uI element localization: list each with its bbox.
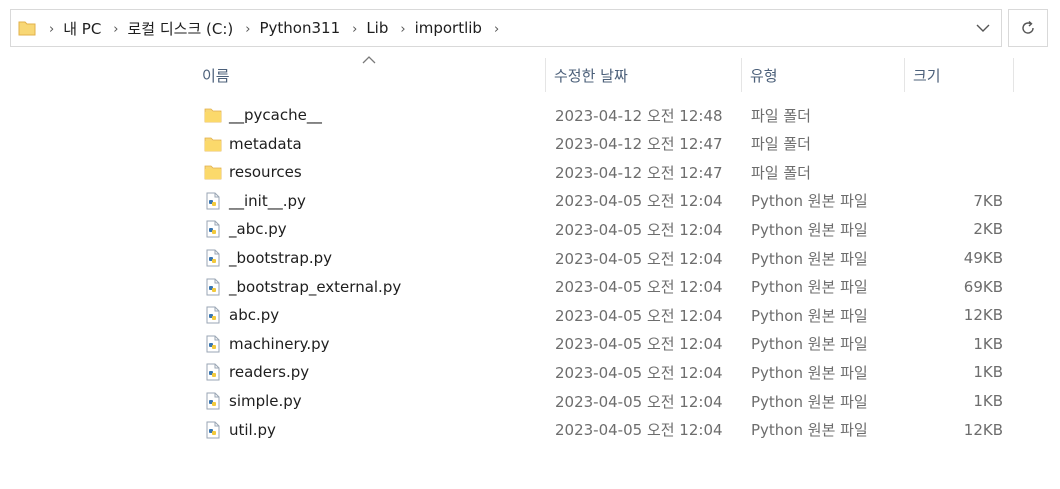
python-file-icon <box>204 335 222 353</box>
address-history-dropdown[interactable] <box>967 10 999 46</box>
chevron-right-icon[interactable]: › <box>49 22 54 37</box>
file-modified-date: 2023-04-05 오전 12:04 <box>555 392 723 411</box>
file-row[interactable]: _bootstrap.py 2023-04-05 오전 12:04 Python 원… <box>196 244 1016 272</box>
python-file-icon <box>204 278 222 296</box>
file-type: Python 원본 파일 <box>751 220 868 239</box>
breadcrumb-item-local-disk[interactable]: 로컬 디스크 (C:) <box>128 18 234 39</box>
file-type: Python 원본 파일 <box>751 421 868 440</box>
file-size: 2KB <box>973 220 1003 239</box>
file-type: Python 원본 파일 <box>751 363 868 382</box>
file-row[interactable]: _bootstrap_external.py 2023-04-05 오전 12:0… <box>196 273 1016 301</box>
python-file-icon <box>204 220 222 238</box>
column-header-name-label: 이름 <box>202 66 230 85</box>
breadcrumb-item-python311[interactable]: Python311 <box>259 19 340 37</box>
python-file-icon <box>204 192 222 210</box>
file-row[interactable]: machinery.py 2023-04-05 오전 12:04 Python 원본… <box>196 330 1016 358</box>
file-type: 파일 폴더 <box>751 135 811 154</box>
chevron-right-icon[interactable]: › <box>352 22 357 37</box>
file-row[interactable]: __pycache__ 2023-04-12 오전 12:48 파일 폴더 <box>196 101 1016 129</box>
file-row[interactable]: __init__.py 2023-04-05 오전 12:04 Python 원본 … <box>196 187 1016 215</box>
column-header-name[interactable]: 이름 <box>194 58 544 92</box>
file-modified-date: 2023-04-12 오전 12:48 <box>555 106 723 125</box>
refresh-icon <box>1022 20 1034 34</box>
file-modified-date: 2023-04-05 오전 12:04 <box>555 335 723 354</box>
folder-icon <box>17 18 37 38</box>
file-size: 12KB <box>963 420 1003 439</box>
file-size: 1KB <box>973 363 1003 382</box>
folder-icon <box>204 163 222 181</box>
file-name: simple.py <box>229 392 302 410</box>
file-size: 7KB <box>973 191 1003 210</box>
file-row[interactable]: metadata 2023-04-12 오전 12:47 파일 폴더 <box>196 130 1016 158</box>
python-file-icon <box>204 306 222 324</box>
column-header-type-label: 유형 <box>750 66 778 85</box>
column-header-date[interactable]: 수정한 날짜 <box>546 58 741 92</box>
column-header-type[interactable]: 유형 <box>742 58 904 92</box>
address-bar[interactable]: › 내 PC › 로컬 디스크 (C:) › Python311 › Lib ›… <box>10 9 1002 47</box>
python-file-icon <box>204 249 222 267</box>
file-modified-date: 2023-04-05 오전 12:04 <box>555 192 723 211</box>
refresh-button[interactable] <box>1008 9 1048 47</box>
file-row[interactable]: readers.py 2023-04-05 오전 12:04 Python 원본 파… <box>196 358 1016 386</box>
file-type: Python 원본 파일 <box>751 392 868 411</box>
file-name: _abc.py <box>229 220 287 239</box>
file-row[interactable]: simple.py 2023-04-05 오전 12:04 Python 원본 파일… <box>196 387 1016 415</box>
folder-icon <box>204 135 222 153</box>
file-name: machinery.py <box>229 334 330 353</box>
file-name: _bootstrap.py <box>229 249 333 267</box>
file-name: resources <box>229 163 302 182</box>
file-modified-date: 2023-04-05 오전 12:04 <box>555 421 723 440</box>
file-name: _bootstrap_external.py <box>229 277 402 296</box>
file-type: Python 원본 파일 <box>751 335 868 354</box>
column-header-size[interactable]: 크기 <box>905 58 1013 92</box>
file-name: util.py <box>229 420 276 439</box>
column-header-size-label: 크기 <box>913 66 941 85</box>
file-type: 파일 폴더 <box>751 106 811 125</box>
file-row[interactable]: abc.py 2023-04-05 오전 12:04 Python 원본 파일 12K… <box>196 301 1016 329</box>
chevron-right-icon[interactable]: › <box>400 22 405 37</box>
file-size: 1KB <box>973 392 1003 410</box>
file-size: 49KB <box>963 249 1003 267</box>
file-type: Python 원본 파일 <box>751 306 868 325</box>
file-type: Python 원본 파일 <box>751 278 868 297</box>
file-modified-date: 2023-04-05 오전 12:04 <box>555 249 723 268</box>
python-file-icon <box>204 363 222 381</box>
file-type: Python 원본 파일 <box>751 192 868 211</box>
file-row[interactable]: util.py 2023-04-05 오전 12:04 Python 원본 파일 12… <box>196 416 1016 444</box>
folder-icon <box>204 106 222 124</box>
file-type: 파일 폴더 <box>751 163 811 182</box>
chevron-down-icon <box>976 24 990 32</box>
python-file-icon <box>204 392 222 410</box>
file-modified-date: 2023-04-05 오전 12:04 <box>555 363 723 382</box>
file-size: 12KB <box>963 306 1003 325</box>
file-size: 1KB <box>973 334 1003 353</box>
breadcrumb: › 내 PC › 로컬 디스크 (C:) › Python311 › Lib ›… <box>37 18 967 39</box>
file-name: metadata <box>229 134 302 153</box>
python-file-icon <box>204 421 222 439</box>
file-name: __init__.py <box>229 191 306 210</box>
file-row[interactable]: resources 2023-04-12 오전 12:47 파일 폴더 <box>196 158 1016 186</box>
chevron-right-icon[interactable]: › <box>245 22 250 37</box>
file-name: readers.py <box>229 363 310 382</box>
chevron-right-icon[interactable]: › <box>113 22 118 37</box>
chevron-right-icon[interactable]: › <box>494 22 499 37</box>
file-modified-date: 2023-04-12 오전 12:47 <box>555 135 723 154</box>
file-modified-date: 2023-04-12 오전 12:47 <box>555 163 723 182</box>
file-modified-date: 2023-04-05 오전 12:04 <box>555 220 723 239</box>
file-size: 69KB <box>963 277 1003 296</box>
file-row[interactable]: _abc.py 2023-04-05 오전 12:04 Python 원본 파일 2K… <box>196 215 1016 243</box>
file-name: abc.py <box>229 306 280 325</box>
breadcrumb-item-importlib[interactable]: importlib <box>415 19 482 37</box>
breadcrumb-item-this-pc[interactable]: 내 PC <box>63 18 101 39</box>
column-divider[interactable] <box>1013 58 1014 92</box>
column-header-date-label: 수정한 날짜 <box>554 66 628 85</box>
breadcrumb-item-lib[interactable]: Lib <box>366 19 388 37</box>
file-type: Python 원본 파일 <box>751 249 868 268</box>
file-modified-date: 2023-04-05 오전 12:04 <box>555 306 723 325</box>
file-name: __pycache__ <box>229 106 322 124</box>
file-modified-date: 2023-04-05 오전 12:04 <box>555 278 723 297</box>
